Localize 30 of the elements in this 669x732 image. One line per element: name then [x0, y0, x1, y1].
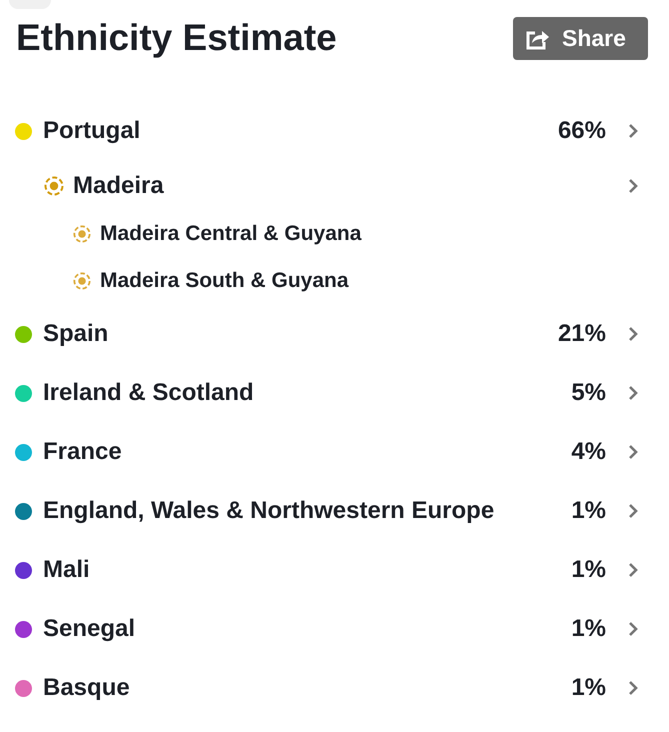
- chevron-icon[interactable]: [628, 385, 638, 401]
- region-name[interactable]: Senegal: [43, 615, 572, 643]
- region-percent: 1%: [571, 556, 606, 584]
- chevron-icon[interactable]: [628, 562, 638, 578]
- region-percent: 5%: [571, 379, 606, 407]
- region-name[interactable]: England, Wales & Northwestern Europe: [43, 497, 572, 525]
- region-percent: 1%: [571, 674, 606, 702]
- region-percent: 1%: [571, 615, 606, 643]
- community-name[interactable]: Madeira Central & Guyana: [100, 222, 606, 246]
- chevron-icon[interactable]: [628, 178, 638, 194]
- page-title: Ethnicity Estimate: [16, 17, 337, 60]
- chevron-icon[interactable]: [628, 503, 638, 519]
- community-name[interactable]: Madeira South & Guyana: [100, 269, 606, 293]
- region-name[interactable]: Basque: [43, 674, 572, 702]
- chevron-icon[interactable]: [628, 444, 638, 460]
- region-percent: 21%: [558, 320, 606, 348]
- region-name[interactable]: Portugal: [43, 117, 558, 145]
- chevron-icon[interactable]: [628, 621, 638, 637]
- region-name[interactable]: Ireland & Scotland: [43, 379, 572, 407]
- region-name[interactable]: Mali: [43, 556, 572, 584]
- region-name[interactable]: France: [43, 438, 572, 466]
- region-percent: 66%: [558, 117, 606, 145]
- share-button[interactable]: Share: [513, 17, 648, 60]
- chevron-icon[interactable]: [628, 326, 638, 342]
- chevron-icon[interactable]: [628, 680, 638, 696]
- community-name[interactable]: Madeira: [73, 172, 606, 200]
- chevron-icon[interactable]: [628, 123, 638, 139]
- region-percent: 4%: [571, 438, 606, 466]
- region-name[interactable]: Spain: [43, 320, 558, 348]
- region-percent: 1%: [571, 497, 606, 525]
